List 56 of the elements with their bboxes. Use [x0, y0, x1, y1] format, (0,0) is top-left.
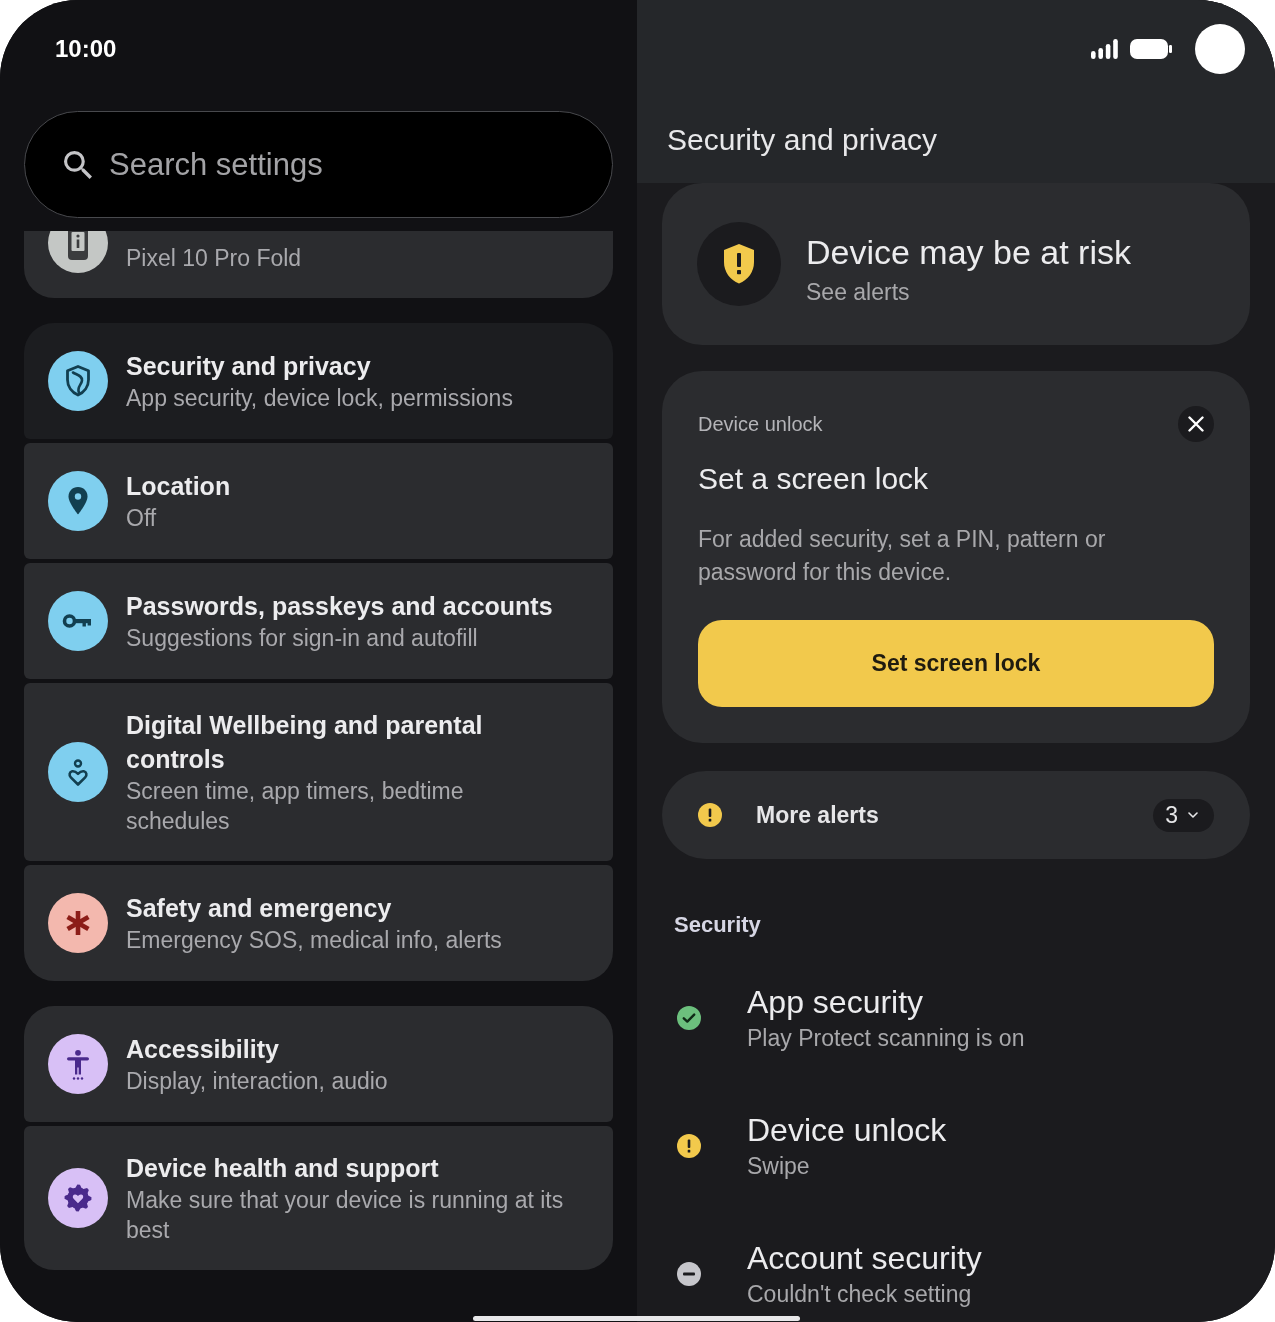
settings-item[interactable]: Passwords, passkeys and accounts Suggestions for sign-in and autofill [24, 563, 613, 679]
settings-item[interactable]: Security and privacy App security, device lock, permissions [24, 323, 613, 439]
item-title: Security and privacy [126, 351, 371, 382]
more-alerts-card[interactable]: More alerts 3 [662, 771, 1250, 859]
item-subtitle: Screen time, app timers, bedtime schedules [126, 777, 465, 836]
security-item-title[interactable]: Device unlock [747, 1110, 947, 1150]
item-subtitle: Off [126, 504, 157, 533]
item-subtitle: App security, device lock, permissions [126, 384, 513, 413]
item-subtitle: Emergency SOS, medical info, alerts [126, 926, 502, 955]
item-subtitle: Display, interaction, audio [126, 1067, 388, 1096]
shield-warning-icon [697, 222, 781, 306]
card-title: Set a screen lock [698, 461, 929, 497]
risk-title: Device may be at risk [806, 231, 1131, 273]
close-icon [1188, 416, 1204, 432]
security-item-title[interactable]: App security [747, 982, 924, 1022]
settings-item[interactable]: Device health and support Make sure that your device is running at its best [24, 1126, 613, 1270]
settings-item[interactable]: Pixel 10 Pro Fold [24, 231, 613, 298]
camera-cutout-icon [1195, 24, 1245, 74]
security-item-title[interactable]: Account security [747, 1238, 982, 1278]
search-bar[interactable]: Search settings [24, 111, 613, 218]
item-subtitle: Pixel 10 Pro Fold [126, 244, 302, 273]
card-description: For added security, set a PIN, pattern or password for this device. [698, 525, 1107, 587]
settings-item[interactable]: Accessibility Display, interaction, audio [24, 1006, 613, 1122]
exclamation-circle-icon [698, 803, 722, 827]
search-icon [64, 150, 92, 179]
item-subtitle: Suggestions for sign-in and autofill [126, 624, 478, 653]
item-title: Location [126, 471, 231, 502]
status-time: 10:00 [55, 34, 117, 64]
set-screen-lock-button[interactable]: Set screen lock [698, 620, 1214, 707]
section-heading: Security [674, 911, 761, 939]
security-item-subtitle: Play Protect scanning is on [747, 1024, 1025, 1053]
close-button[interactable] [1178, 406, 1214, 442]
minus-circle-icon [677, 1262, 701, 1286]
check-circle-icon [677, 1006, 701, 1030]
settings-item[interactable]: Safety and emergency Emergency SOS, medical info, alerts [24, 865, 613, 981]
page-title: Security and privacy [667, 122, 938, 158]
exclamation-circle-icon [677, 1134, 701, 1158]
item-title: Passwords, passkeys and accounts [126, 591, 553, 622]
chevron-down-icon [1188, 812, 1198, 818]
risk-subtitle: See alerts [806, 277, 910, 307]
item-title: Device health and support [126, 1153, 439, 1184]
security-item-subtitle: Swipe [747, 1152, 810, 1181]
settings-item[interactable]: Digital Wellbeing and parental controls Screen time, app timers, bedtime schedules [24, 683, 613, 861]
item-title: Accessibility [126, 1034, 279, 1065]
risk-card[interactable]: Device may be at risk See alerts [662, 183, 1250, 345]
card-label: Device unlock [698, 412, 823, 437]
battery-icon [1130, 39, 1172, 59]
settings-item[interactable]: Location Off [24, 443, 613, 559]
item-title: Digital Wellbeing and parental controls [126, 710, 484, 775]
signal-icon [1091, 39, 1118, 59]
search-input[interactable]: Search settings [109, 144, 582, 185]
item-title: Safety and emergency [126, 893, 392, 924]
security-item-subtitle: Couldn't check setting [747, 1280, 972, 1309]
alert-count-button[interactable]: 3 [1153, 798, 1214, 832]
item-subtitle: Make sure that your device is running at its best [126, 1186, 565, 1245]
more-alerts-label: More alerts [756, 801, 879, 830]
